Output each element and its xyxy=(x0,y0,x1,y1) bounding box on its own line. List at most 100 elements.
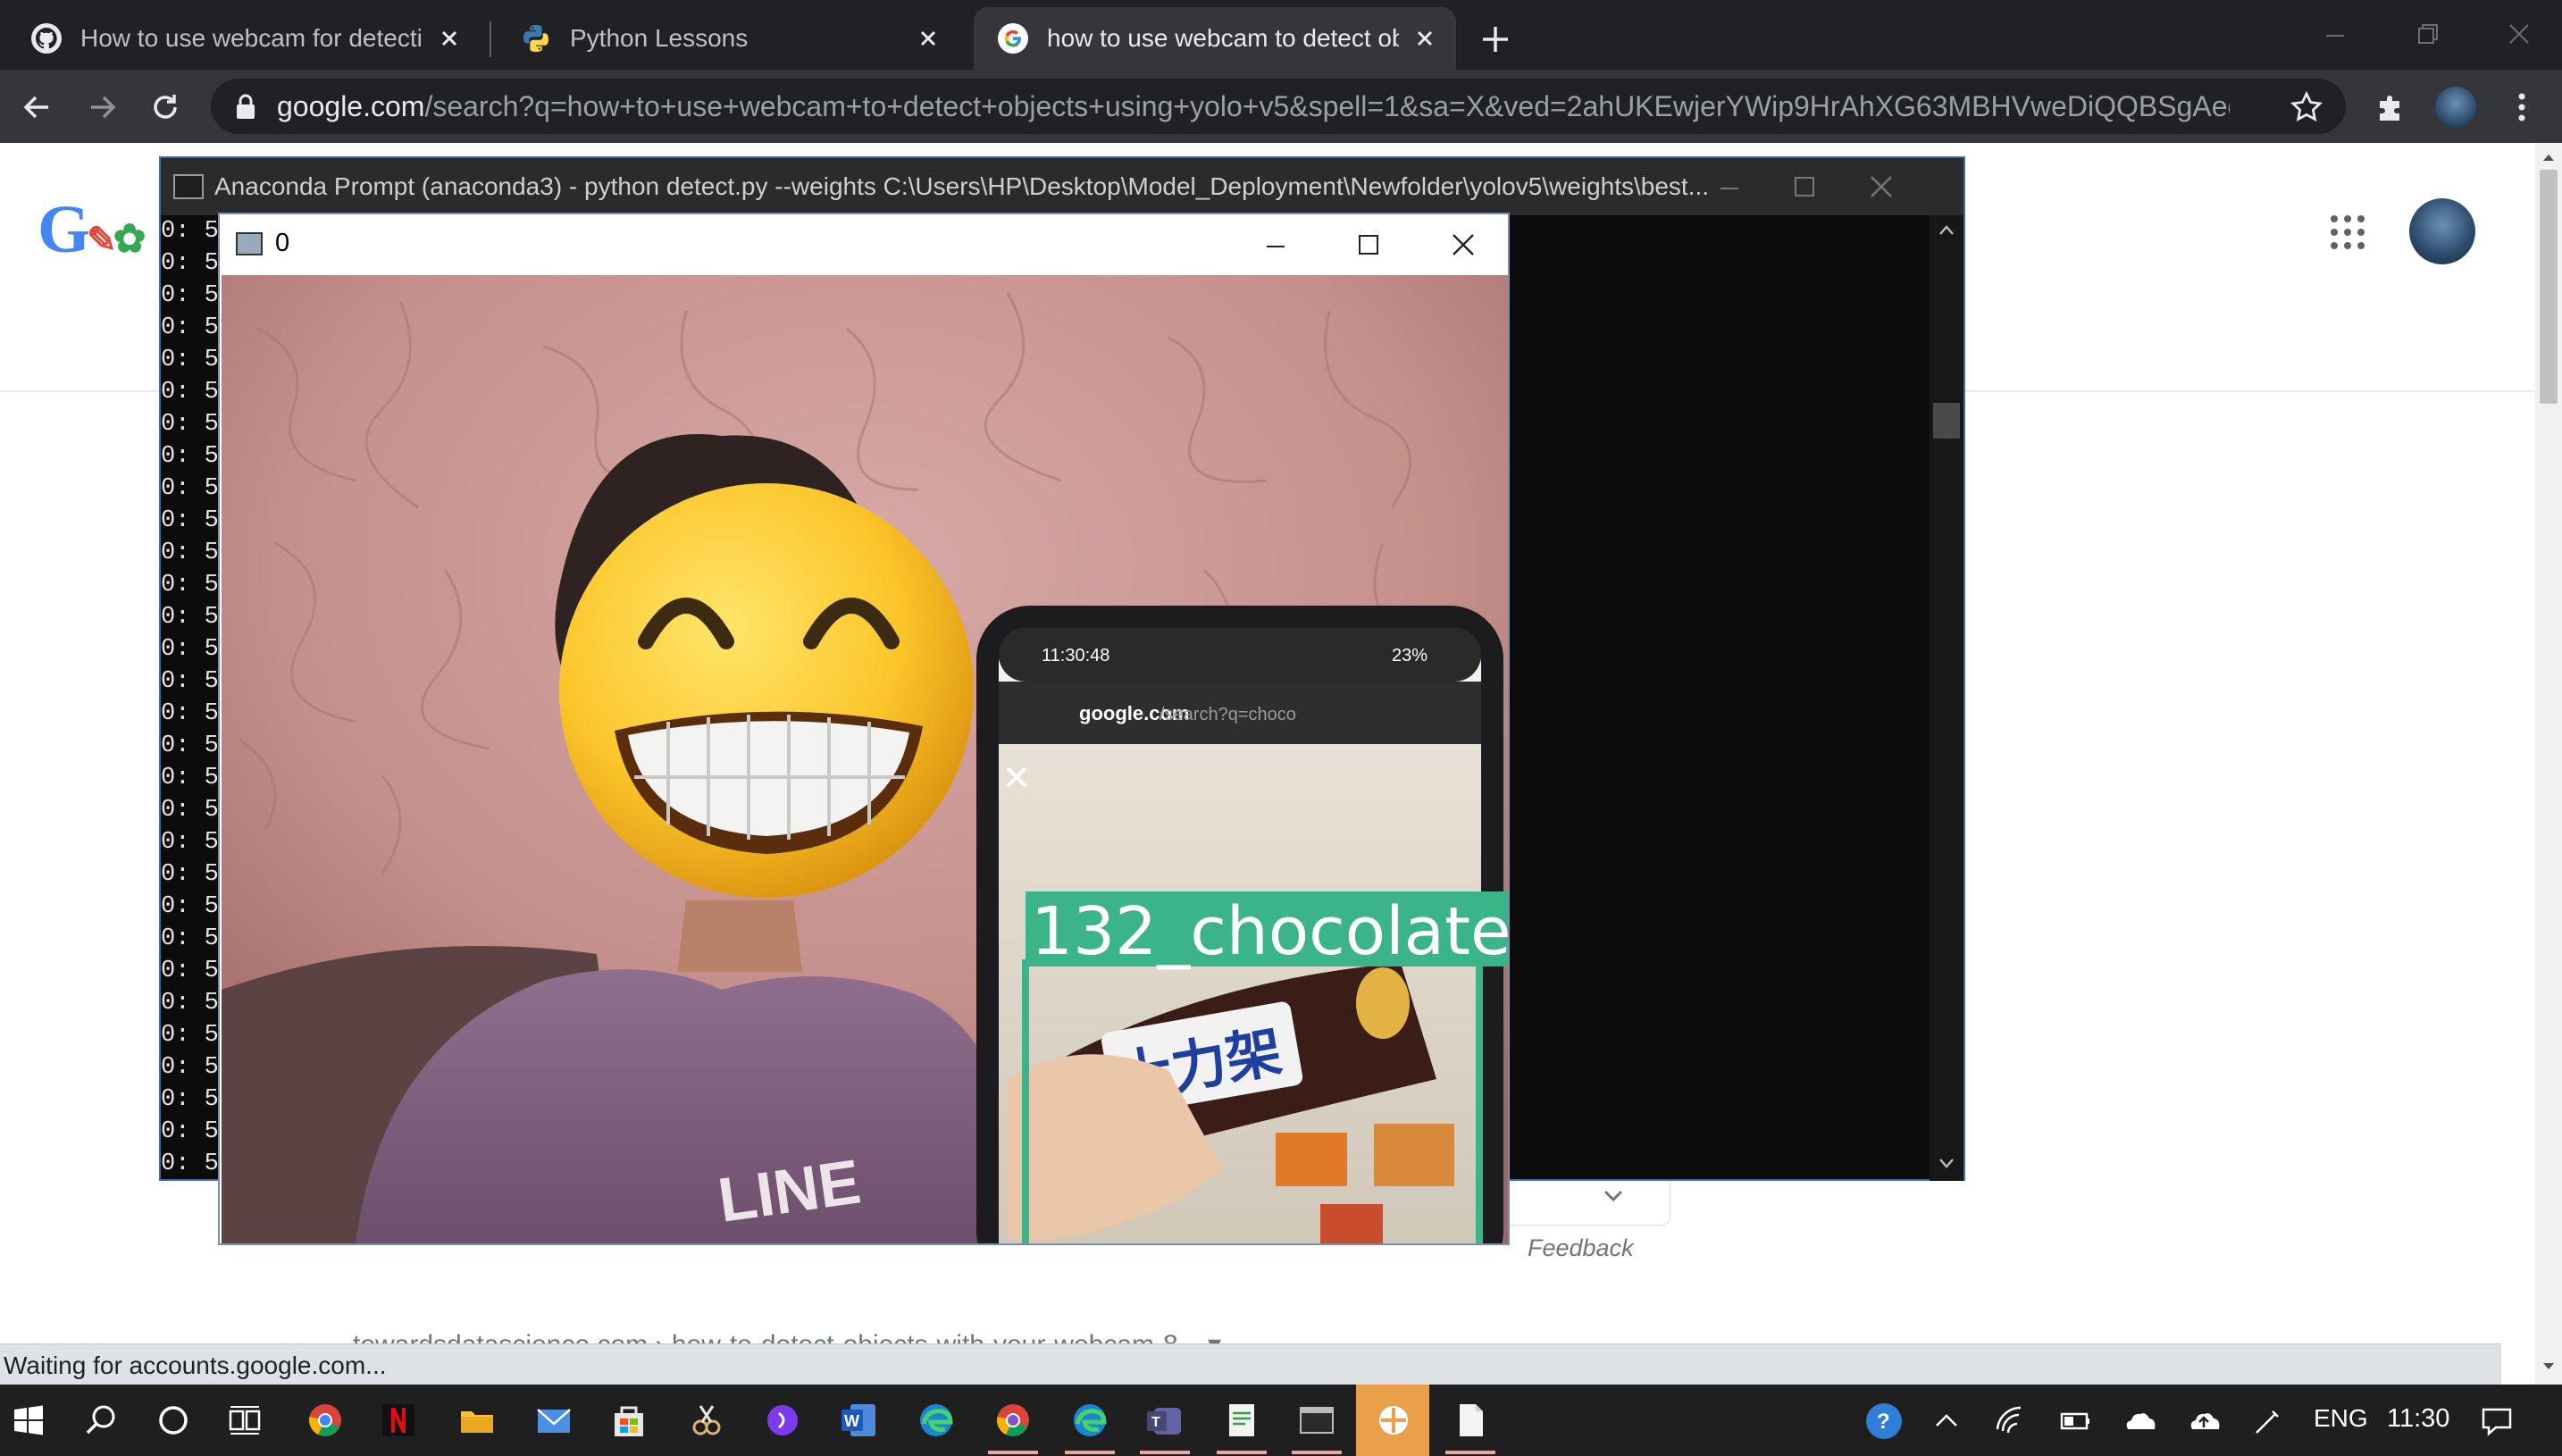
taskbar-clock[interactable]: 11:30 xyxy=(2387,1404,2449,1434)
wifi-icon[interactable] xyxy=(1992,1402,2030,1440)
url-text: google.com/search?q=how+to+use+webcam+to… xyxy=(277,90,2230,123)
minimize-icon[interactable] xyxy=(2310,9,2360,59)
active-indicator xyxy=(1140,1451,1190,1454)
console-title-bar[interactable]: Anaconda Prompt (anaconda3) - python det… xyxy=(161,158,1963,215)
scroll-down-arrow-icon[interactable] xyxy=(1938,1157,1955,1169)
phone-battery: 23% xyxy=(1392,646,1428,665)
scroll-up-arrow-icon[interactable] xyxy=(1938,224,1955,237)
detection-label: 132_chocolate xyxy=(1031,893,1508,970)
search-icon[interactable] xyxy=(79,1397,125,1443)
url-host: google.com xyxy=(277,90,425,122)
tab-title: How to use webcam for detectio xyxy=(80,24,423,52)
console-scrollbar[interactable] xyxy=(1930,215,1963,1181)
close-tab-icon[interactable] xyxy=(434,23,465,54)
edge-icon[interactable] xyxy=(1067,1397,1113,1443)
new-tab-icon[interactable] xyxy=(1474,18,1517,61)
notepad-plus-icon[interactable] xyxy=(1218,1397,1265,1443)
onedrive-icon[interactable] xyxy=(2121,1402,2158,1440)
browser-tab-strip: How to use webcam for detectio Python Le… xyxy=(0,0,2562,70)
pen-icon[interactable] xyxy=(2249,1402,2287,1440)
browser-toolbar: google.com/search?q=how+to+use+webcam+to… xyxy=(0,70,2562,143)
forward-arrow-icon[interactable] xyxy=(82,87,123,128)
phone-url-path: /search?q=choco xyxy=(1160,705,1296,724)
windows-taskbar: W T ? ENG 11:30 xyxy=(0,1385,2562,1456)
edge-icon[interactable] xyxy=(913,1397,959,1443)
webcam-feed: LINE 11:30:48 23% google.com /search?q=c… xyxy=(222,275,1508,1243)
snipping-tool-icon[interactable] xyxy=(682,1397,729,1443)
cv-window-title: 0 xyxy=(275,229,290,257)
expand-panel[interactable] xyxy=(1483,1179,1670,1226)
scrollbar-thumb[interactable] xyxy=(1933,403,1960,439)
feedback-link[interactable]: Feedback xyxy=(1528,1234,1634,1262)
tab-title: Python Lessons xyxy=(570,24,749,52)
file-explorer-icon[interactable] xyxy=(454,1397,500,1443)
tab-google-search[interactable]: how to use webcam to detect ob xyxy=(974,7,1456,70)
store-icon[interactable] xyxy=(606,1397,652,1443)
mail-icon[interactable] xyxy=(531,1397,577,1443)
podcast-app-icon[interactable] xyxy=(759,1397,806,1443)
svg-text:W: W xyxy=(844,1412,859,1430)
notepad-icon[interactable] xyxy=(1447,1397,1494,1443)
chrome-profile-icon[interactable] xyxy=(990,1397,1036,1443)
google-apps-icon[interactable] xyxy=(2328,213,2367,252)
scroll-down-arrow-icon[interactable] xyxy=(2542,1360,2555,1372)
scroll-up-arrow-icon[interactable] xyxy=(2542,152,2555,164)
active-indicator xyxy=(988,1451,1038,1454)
maximize-icon[interactable] xyxy=(1349,225,1388,264)
active-indicator xyxy=(1445,1451,1495,1454)
windows-start-icon[interactable] xyxy=(5,1397,52,1443)
restore-icon[interactable] xyxy=(2403,9,2453,59)
close-icon[interactable] xyxy=(1444,225,1483,264)
google-doodle-logo[interactable]: G✎✿ xyxy=(38,191,147,269)
battery-icon[interactable] xyxy=(2056,1402,2094,1440)
notifications-icon[interactable] xyxy=(2478,1402,2516,1440)
tab-github[interactable]: How to use webcam for detectio xyxy=(7,7,481,70)
close-window-icon[interactable] xyxy=(2494,9,2544,59)
terminal-icon[interactable] xyxy=(1294,1397,1340,1443)
minimize-icon[interactable] xyxy=(1710,167,1749,206)
teams-icon[interactable]: T xyxy=(1142,1397,1188,1443)
word-icon[interactable]: W xyxy=(836,1397,883,1443)
svg-text:T: T xyxy=(1151,1415,1160,1430)
close-icon[interactable] xyxy=(1862,167,1901,206)
url-path: /search?q=how+to+use+webcam+to+detect+ob… xyxy=(424,90,2230,122)
cv-title-bar[interactable]: 0 xyxy=(220,214,1508,275)
scrollbar-thumb[interactable] xyxy=(2540,170,2558,404)
maximize-icon[interactable] xyxy=(1785,167,1824,206)
neck xyxy=(677,900,802,972)
console-title: Anaconda Prompt (anaconda3) - python det… xyxy=(214,172,1710,200)
phone-status-time: 11:30:48 xyxy=(1042,646,1109,665)
terminal-icon xyxy=(173,174,204,199)
lock-icon[interactable] xyxy=(232,92,259,121)
close-tab-icon[interactable] xyxy=(1410,23,1440,54)
reload-icon[interactable] xyxy=(145,87,186,128)
github-icon xyxy=(31,23,62,54)
opencv-webcam-window[interactable]: 0 LINE 11:30:48 23% google.com /search?q… xyxy=(218,213,1510,1245)
window-app-icon xyxy=(236,232,263,255)
cortana-icon[interactable] xyxy=(150,1397,197,1443)
close-tab-icon[interactable] xyxy=(913,23,943,54)
help-icon[interactable]: ? xyxy=(1862,1399,1906,1443)
bookmark-star-icon[interactable] xyxy=(2289,89,2324,125)
task-view-icon[interactable] xyxy=(222,1397,268,1443)
back-arrow-icon[interactable] xyxy=(16,87,57,128)
menu-kebab-icon[interactable] xyxy=(2501,87,2542,128)
input-language[interactable]: ENG xyxy=(2314,1404,2368,1433)
extensions-puzzle-icon[interactable] xyxy=(2371,87,2412,128)
profile-avatar[interactable] xyxy=(2435,87,2476,128)
google-account-avatar[interactable] xyxy=(2409,198,2475,264)
chevron-up-icon[interactable] xyxy=(1928,1402,1965,1440)
tab-python-lessons[interactable]: Python Lessons xyxy=(497,7,959,70)
grinning-face-emoji-icon xyxy=(559,483,974,898)
smartphone: 11:30:48 23% google.com /search?q=choco … xyxy=(976,606,1508,1243)
chrome-icon[interactable] xyxy=(302,1397,348,1443)
tab-title: how to use webcam to detect ob xyxy=(1047,24,1399,52)
netflix-icon[interactable] xyxy=(375,1397,422,1443)
address-bar[interactable]: google.com/search?q=how+to+use+webcam+to… xyxy=(211,79,2346,134)
cloud-upload-icon[interactable] xyxy=(2185,1402,2223,1440)
google-icon xyxy=(998,23,1028,54)
page-scrollbar[interactable] xyxy=(2535,143,2562,1385)
active-indicator xyxy=(1065,1451,1115,1454)
minimize-icon[interactable] xyxy=(1256,225,1295,264)
python-launcher-icon[interactable] xyxy=(1370,1397,1417,1443)
